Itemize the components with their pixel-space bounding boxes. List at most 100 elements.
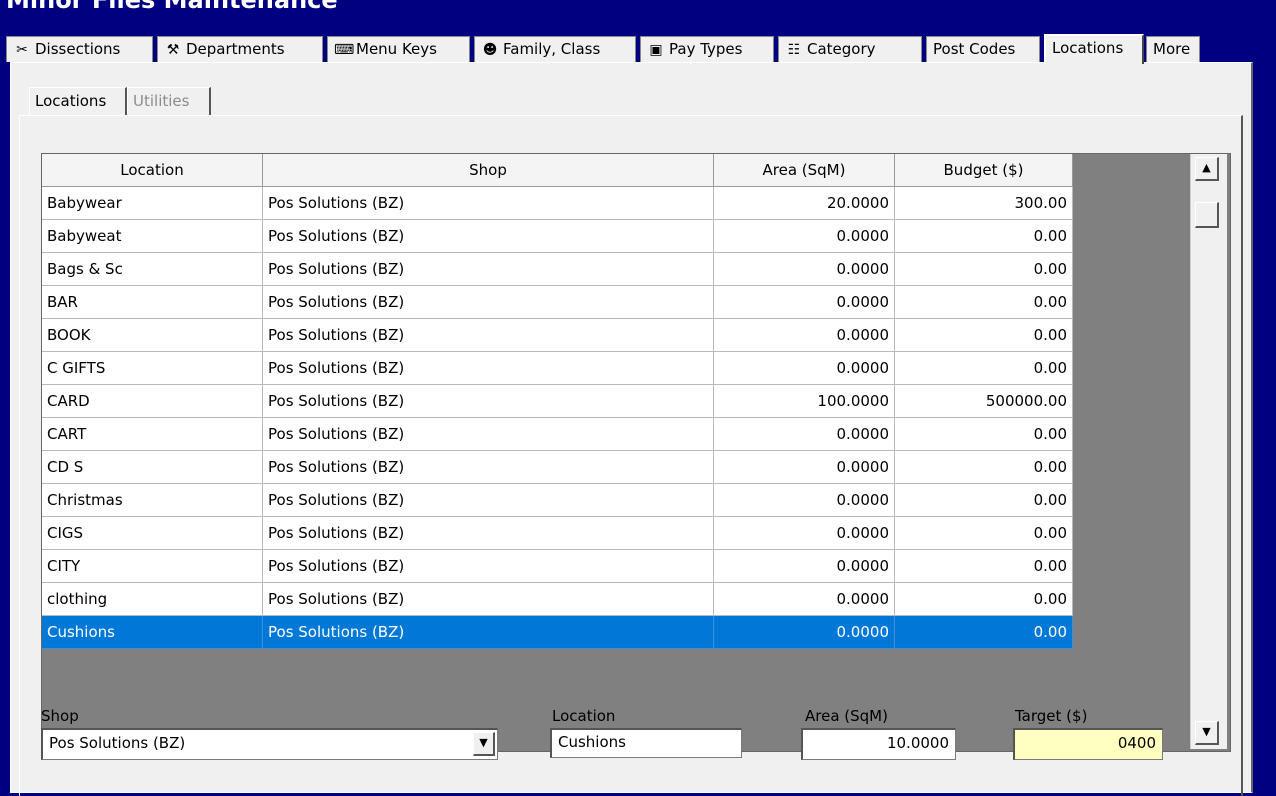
cell-area[interactable]: 0.0000 — [714, 253, 895, 286]
arrow-down-icon: ▼ — [1202, 725, 1211, 738]
cell-budget[interactable]: 300.00 — [895, 187, 1073, 220]
cell-area[interactable]: 0.0000 — [714, 583, 895, 616]
scroll-down-button[interactable]: ▼ — [1195, 721, 1219, 745]
main-tab-strip: ✂ Dissections ⚒ Departments ⌨ Menu Keys ☻ Famil… — [6, 34, 1266, 64]
cell-shop[interactable]: Pos Solutions (BZ) — [263, 418, 714, 451]
cell-shop[interactable]: Pos Solutions (BZ) — [263, 550, 714, 583]
cell-location[interactable]: CARD — [42, 385, 263, 418]
cell-area[interactable]: 0.0000 — [714, 451, 895, 484]
tab-label: Menu Keys — [356, 40, 437, 58]
cell-location[interactable]: Bags & Sc — [42, 253, 263, 286]
cell-area[interactable]: 0.0000 — [714, 352, 895, 385]
column-header-budget[interactable]: Budget ($) — [895, 154, 1073, 187]
cell-area[interactable]: 0.0000 — [714, 484, 895, 517]
cell-shop[interactable]: Pos Solutions (BZ) — [263, 484, 714, 517]
cell-budget[interactable]: 0.00 — [895, 352, 1073, 385]
cell-location[interactable]: Babyweat — [42, 220, 263, 253]
tab-label: More — [1153, 40, 1191, 58]
cell-area[interactable]: 0.0000 — [714, 550, 895, 583]
cell-location[interactable]: Christmas — [42, 484, 263, 517]
target-input[interactable]: 0400 — [1013, 728, 1163, 760]
keyboard-icon: ⌨ — [334, 42, 355, 58]
cell-location[interactable]: CART — [42, 418, 263, 451]
cell-location[interactable]: clothing — [42, 583, 263, 616]
area-input[interactable]: 10.0000 — [801, 728, 956, 760]
tab-family-class[interactable]: ☻ Family, Class — [474, 36, 636, 62]
cell-shop[interactable]: Pos Solutions (BZ) — [263, 517, 714, 550]
cell-area[interactable]: 0.0000 — [714, 418, 895, 451]
cell-area[interactable]: 0.0000 — [714, 220, 895, 253]
cell-budget[interactable]: 0.00 — [895, 451, 1073, 484]
tools-icon: ⚒ — [166, 42, 180, 58]
tab-category[interactable]: ☷ Category — [778, 36, 922, 62]
target-input-value: 0400 — [1117, 734, 1156, 752]
cards-icon: ▣ — [649, 42, 663, 58]
cell-shop[interactable]: Pos Solutions (BZ) — [263, 616, 714, 649]
family-icon: ☻ — [482, 42, 498, 58]
column-header-location[interactable]: Location — [42, 154, 263, 187]
cell-budget[interactable]: 0.00 — [895, 517, 1073, 550]
cell-budget[interactable]: 0.00 — [895, 583, 1073, 616]
cell-shop[interactable]: Pos Solutions (BZ) — [263, 220, 714, 253]
cell-shop[interactable]: Pos Solutions (BZ) — [263, 319, 714, 352]
cell-shop[interactable]: Pos Solutions (BZ) — [263, 187, 714, 220]
column-header-area[interactable]: Area (SqM) — [714, 154, 895, 187]
location-label: Location — [552, 707, 616, 725]
cell-location[interactable]: Babywear — [42, 187, 263, 220]
cell-budget[interactable]: 0.00 — [895, 220, 1073, 253]
cell-budget[interactable]: 0.00 — [895, 550, 1073, 583]
area-label: Area (SqM) — [805, 707, 888, 725]
location-input[interactable]: Cushions — [550, 728, 742, 758]
subtab-utilities-label: Utilities — [133, 92, 190, 110]
tab-more[interactable]: More — [1146, 36, 1200, 62]
tab-departments[interactable]: ⚒ Departments — [157, 36, 323, 62]
scroll-thumb[interactable] — [1195, 202, 1219, 228]
cell-location[interactable]: BOOK — [42, 319, 263, 352]
cell-budget[interactable]: 0.00 — [895, 253, 1073, 286]
cell-budget[interactable]: 0.00 — [895, 418, 1073, 451]
cell-shop[interactable]: Pos Solutions (BZ) — [263, 385, 714, 418]
arrow-up-icon: ▲ — [1202, 161, 1211, 174]
cell-shop[interactable]: Pos Solutions (BZ) — [263, 583, 714, 616]
cell-area[interactable]: 0.0000 — [714, 616, 895, 649]
location-input-value: Cushions — [558, 733, 626, 751]
grid-vertical-scrollbar[interactable]: ▲ ▼ — [1190, 154, 1227, 749]
scroll-up-button[interactable]: ▲ — [1195, 157, 1219, 181]
tab-menu-keys[interactable]: ⌨ Menu Keys — [327, 36, 470, 62]
cell-location[interactable]: CITY — [42, 550, 263, 583]
cell-area[interactable]: 0.0000 — [714, 286, 895, 319]
cell-area[interactable]: 20.0000 — [714, 187, 895, 220]
area-input-value: 10.0000 — [886, 734, 949, 752]
cell-location[interactable]: CIGS — [42, 517, 263, 550]
cell-shop[interactable]: Pos Solutions (BZ) — [263, 352, 714, 385]
cell-budget[interactable]: 0.00 — [895, 286, 1073, 319]
cell-area[interactable]: 0.0000 — [714, 517, 895, 550]
cell-budget[interactable]: 500000.00 — [895, 385, 1073, 418]
tab-dissections[interactable]: ✂ Dissections — [6, 36, 153, 62]
tab-label: Family, Class — [503, 40, 601, 58]
shop-combobox[interactable]: Pos Solutions (BZ) ▼ — [41, 728, 498, 760]
tab-post-codes[interactable]: Post Codes — [926, 36, 1040, 62]
cell-location[interactable]: CD S — [42, 451, 263, 484]
cell-budget[interactable]: 0.00 — [895, 319, 1073, 352]
cell-shop[interactable]: Pos Solutions (BZ) — [263, 253, 714, 286]
cell-area[interactable]: 0.0000 — [714, 319, 895, 352]
cell-shop[interactable]: Pos Solutions (BZ) — [263, 451, 714, 484]
locations-grid[interactable]: Location Shop Area (SqM) Budget ($) Baby… — [41, 153, 1231, 752]
shop-dropdown-button[interactable]: ▼ — [473, 732, 495, 756]
cell-budget[interactable]: 0.00 — [895, 484, 1073, 517]
cell-area[interactable]: 100.0000 — [714, 385, 895, 418]
cell-location[interactable]: BAR — [42, 286, 263, 319]
cell-location[interactable]: C GIFTS — [42, 352, 263, 385]
column-header-shop[interactable]: Shop — [263, 154, 714, 187]
tab-locations[interactable]: Locations — [1044, 34, 1144, 64]
tab-label: Departments — [186, 40, 285, 58]
chevron-down-icon: ▼ — [479, 736, 488, 749]
subtab-locations-label: Locations — [35, 92, 107, 110]
subtab-locations[interactable]: Locations — [29, 87, 127, 115]
cell-budget[interactable]: 0.00 — [895, 616, 1073, 649]
cell-location[interactable]: Cushions — [42, 616, 263, 649]
subtab-utilities[interactable]: Utilities — [127, 87, 211, 115]
cell-shop[interactable]: Pos Solutions (BZ) — [263, 286, 714, 319]
tab-pay-types[interactable]: ▣ Pay Types — [640, 36, 774, 62]
